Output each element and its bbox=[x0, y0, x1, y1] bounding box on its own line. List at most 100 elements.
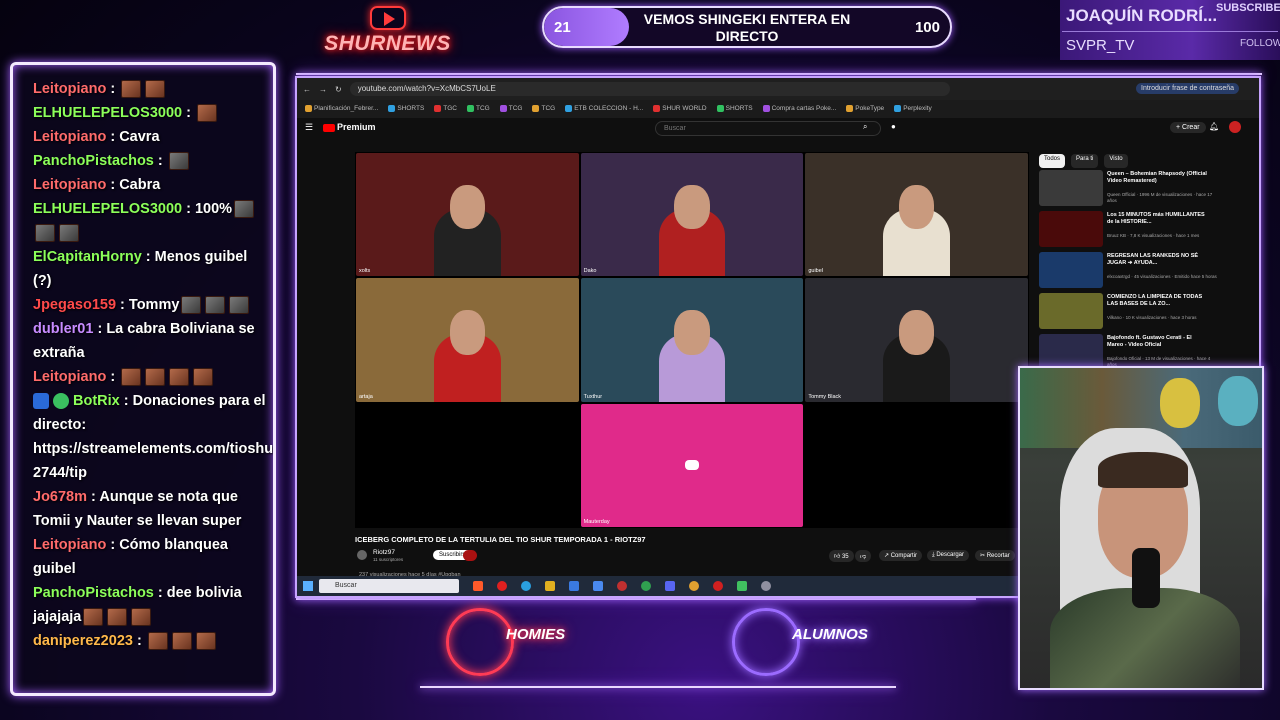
reload-icon[interactable]: ↻ bbox=[335, 85, 342, 94]
dislike-icon[interactable]: 👎︎ bbox=[855, 550, 872, 562]
folder-icon[interactable] bbox=[545, 581, 555, 591]
bookmark-item[interactable]: TCG bbox=[532, 105, 556, 113]
youtube-search-input[interactable]: Buscar bbox=[655, 121, 881, 136]
video-thumbnail[interactable] bbox=[1039, 170, 1103, 206]
mic-icon[interactable]: ● bbox=[891, 122, 896, 131]
bookmark-icon bbox=[305, 105, 312, 113]
bookmark-item[interactable]: Compra cartas Poke... bbox=[762, 105, 836, 113]
app2-icon[interactable] bbox=[689, 581, 699, 591]
brave-icon[interactable] bbox=[473, 581, 483, 591]
bot-badge-icon bbox=[33, 393, 49, 410]
back-icon[interactable]: ← bbox=[303, 85, 311, 94]
bookmark-item[interactable]: PokeType bbox=[846, 105, 884, 113]
filter-chip[interactable]: Visto bbox=[1104, 154, 1128, 168]
obs-icon[interactable] bbox=[617, 581, 627, 591]
participant-tile: Tuxthur bbox=[580, 278, 804, 402]
bookmark-label: TCG bbox=[476, 105, 490, 113]
filter-chip[interactable]: Todos bbox=[1039, 154, 1066, 168]
create-button[interactable]: + Crear bbox=[1170, 122, 1206, 133]
like-count: 35 bbox=[841, 554, 849, 560]
youtube-logo[interactable]: Premium bbox=[323, 122, 376, 132]
app3-icon[interactable] bbox=[737, 581, 747, 591]
alumnos-label: ALUMNOS bbox=[792, 626, 868, 643]
participant-tile: guibel bbox=[805, 153, 1028, 277]
recommended-video[interactable]: REGRESAN LAS RANKEDS NO SÉ JUGAR ➔ AYUDA… bbox=[1039, 252, 1253, 291]
video-thumbnail[interactable] bbox=[1039, 252, 1103, 288]
channel-avatar[interactable] bbox=[357, 550, 367, 560]
chat-username[interactable]: Leitopiano bbox=[33, 177, 106, 193]
recommended-video[interactable]: Los 15 MINUTOS más HUMILLANTES de la HIS… bbox=[1039, 211, 1253, 250]
windows-start-icon[interactable] bbox=[303, 581, 313, 591]
bell-icon[interactable]: 🔔︎ bbox=[1209, 122, 1219, 131]
share-button[interactable]: ↗ Compartir bbox=[879, 550, 923, 561]
like-button[interactable]: 👍︎ 35 bbox=[829, 550, 854, 562]
recommended-video[interactable]: COMIENZO LA LIMPIEZA DE TODAS LAS BASES … bbox=[1039, 293, 1253, 332]
bookmark-item[interactable]: TGC bbox=[434, 105, 457, 113]
chat-username[interactable]: dubler01 bbox=[33, 321, 93, 337]
chat-username[interactable]: Leitopiano bbox=[33, 81, 106, 97]
taskbar-search[interactable]: Buscar bbox=[319, 579, 459, 593]
password-hint[interactable]: Introducir frase de contraseña bbox=[1136, 83, 1239, 94]
video-thumbnail[interactable] bbox=[1039, 293, 1103, 329]
pokeball-icon[interactable] bbox=[713, 581, 723, 591]
bookmark-item[interactable]: Planificación_Febrer... bbox=[305, 105, 378, 113]
bookmark-item[interactable]: TCG bbox=[499, 105, 522, 113]
chat-message: Leitopiano : Cabra bbox=[33, 177, 161, 193]
filter-chips: Todos Para ti Visto bbox=[1039, 154, 1253, 168]
join-icon[interactable] bbox=[463, 550, 477, 561]
video-player[interactable]: xolts Dako guibel artaja Tuxthur Tommy Black M… bbox=[355, 152, 1029, 528]
chat-username[interactable]: Jpegaso159 bbox=[33, 297, 116, 313]
chat-username[interactable]: ELHUELEPELOS3000 bbox=[33, 201, 182, 217]
goal-bar: 21 VEMOS SHINGEKI ENTERA EN DIRECTO 100 bbox=[542, 6, 952, 48]
emote-icon bbox=[193, 368, 214, 387]
chat-username[interactable]: daniperez2023 bbox=[33, 633, 133, 649]
video-thumbnail[interactable] bbox=[1039, 334, 1103, 370]
recommended-title[interactable]: Queen – Bohemian Rhapsody (Official Vide… bbox=[1107, 171, 1207, 184]
bookmark-item[interactable]: TCG bbox=[467, 105, 490, 113]
download-button[interactable]: ⤓ Descargar bbox=[927, 550, 970, 561]
chat-username[interactable]: Leitopiano bbox=[33, 129, 106, 145]
chat-username[interactable]: Leitopiano bbox=[33, 369, 106, 385]
bookmark-label: TCG bbox=[541, 105, 556, 113]
chrome-icon[interactable] bbox=[641, 581, 651, 591]
chat-username[interactable]: PanchoPistachos bbox=[33, 153, 154, 169]
participant-name: artaja bbox=[359, 393, 373, 400]
chat-username[interactable]: BotRix bbox=[73, 393, 120, 409]
clip-button[interactable]: ✂ Recortar bbox=[975, 550, 1015, 561]
search-icon[interactable]: ⌕ bbox=[863, 122, 867, 132]
forward-icon[interactable]: → bbox=[319, 85, 327, 94]
alumnos-emblem-icon bbox=[732, 608, 800, 676]
chat-username[interactable]: Jo678m bbox=[33, 489, 87, 505]
recommended-video[interactable]: Queen – Bohemian Rhapsody (Official Vide… bbox=[1039, 170, 1253, 209]
recommended-title[interactable]: Bajofondo ft. Gustavo Cerati - El Mareo … bbox=[1107, 335, 1207, 348]
recommended-title[interactable]: Los 15 MINUTOS más HUMILLANTES de la HIS… bbox=[1107, 212, 1207, 225]
avatar[interactable] bbox=[1229, 121, 1241, 133]
store-icon[interactable] bbox=[569, 581, 579, 591]
opera-icon[interactable] bbox=[497, 581, 507, 591]
chat-username[interactable]: ElCapitanHorny bbox=[33, 249, 142, 265]
bookmark-item[interactable]: ETB COLECCION - H... bbox=[565, 105, 643, 113]
bookmark-item[interactable]: Perplexity bbox=[894, 105, 932, 113]
emote-icon bbox=[121, 80, 142, 99]
bookmark-item[interactable]: SHORTS bbox=[388, 105, 424, 113]
youtube-play-icon bbox=[369, 6, 406, 30]
channel-name[interactable]: Riotz97 bbox=[373, 549, 395, 556]
edge-icon[interactable] bbox=[521, 581, 531, 591]
bookmark-icon bbox=[388, 105, 396, 113]
recommended-title[interactable]: COMIENZO LA LIMPIEZA DE TODAS LAS BASES … bbox=[1107, 294, 1207, 307]
chat-username[interactable]: Leitopiano bbox=[33, 537, 106, 553]
video-thumbnail[interactable] bbox=[1039, 211, 1103, 247]
bookmark-item[interactable]: SHUR WORLD bbox=[653, 105, 707, 113]
app-icon[interactable] bbox=[593, 581, 603, 591]
chat-text: Cabra bbox=[119, 177, 161, 193]
address-bar[interactable]: youtube.com/watch?v=XcMbCS7UoLE bbox=[349, 82, 950, 96]
chat-username[interactable]: ELHUELEPELOS3000 bbox=[33, 105, 182, 121]
bookmark-item[interactable]: SHORTS bbox=[716, 105, 753, 113]
app4-icon[interactable] bbox=[761, 581, 771, 591]
filter-chip[interactable]: Para ti bbox=[1071, 154, 1099, 168]
download-label: Descargar bbox=[936, 552, 965, 558]
recommended-title[interactable]: REGRESAN LAS RANKEDS NO SÉ JUGAR ➔ AYUDA… bbox=[1107, 253, 1207, 266]
discord-icon[interactable] bbox=[665, 581, 675, 591]
menu-icon[interactable]: ☰ bbox=[305, 122, 313, 133]
chat-username[interactable]: PanchoPistachos bbox=[33, 585, 154, 601]
